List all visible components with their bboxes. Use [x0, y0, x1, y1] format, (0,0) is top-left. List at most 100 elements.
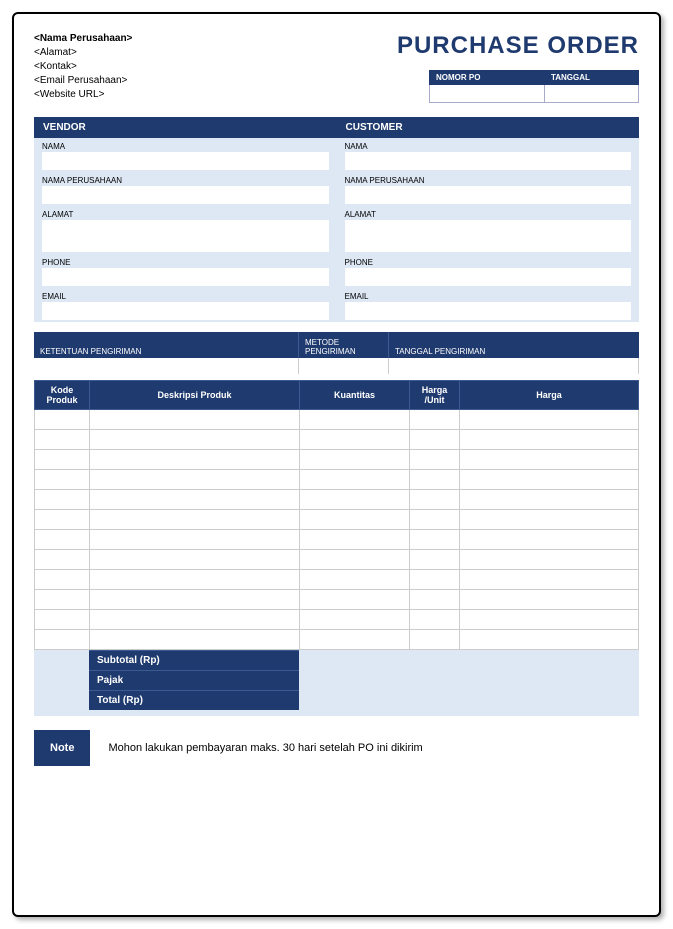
table-cell[interactable] [460, 550, 639, 570]
po-meta-table: NOMOR PO TANGGAL [429, 70, 639, 103]
table-cell[interactable] [300, 570, 410, 590]
vendor-company-input[interactable] [42, 186, 329, 204]
table-cell[interactable] [90, 450, 300, 470]
table-cell[interactable] [410, 590, 460, 610]
table-cell[interactable] [300, 470, 410, 490]
customer-phone-input[interactable] [345, 268, 632, 286]
table-cell[interactable] [460, 570, 639, 590]
shipping-method-input[interactable] [299, 358, 389, 374]
table-cell[interactable] [35, 410, 90, 430]
vendor-phone-input[interactable] [42, 268, 329, 286]
table-cell[interactable] [300, 610, 410, 630]
table-cell[interactable] [300, 410, 410, 430]
table-cell[interactable] [35, 630, 90, 650]
vendor-company-label: NAMA PERUSAHAAN [42, 174, 329, 186]
table-cell[interactable] [35, 570, 90, 590]
customer-company-input[interactable] [345, 186, 632, 204]
table-cell[interactable] [35, 610, 90, 630]
table-row [35, 430, 639, 450]
table-cell[interactable] [410, 450, 460, 470]
vendor-email-label: EMAIL [42, 290, 329, 302]
table-cell[interactable] [460, 450, 639, 470]
table-cell[interactable] [90, 610, 300, 630]
shipping-date-input[interactable] [389, 358, 639, 374]
table-cell[interactable] [300, 550, 410, 570]
table-cell[interactable] [410, 490, 460, 510]
table-cell[interactable] [90, 630, 300, 650]
shipping-terms-input[interactable] [34, 358, 299, 374]
customer-address-label: ALAMAT [345, 208, 632, 220]
vendor-name-input[interactable] [42, 152, 329, 170]
table-cell[interactable] [35, 490, 90, 510]
table-cell[interactable] [410, 530, 460, 550]
table-cell[interactable] [35, 510, 90, 530]
table-cell[interactable] [410, 570, 460, 590]
vendor-address-input[interactable] [42, 220, 329, 252]
table-cell[interactable] [90, 470, 300, 490]
table-row [35, 590, 639, 610]
note-text: Mohon lakukan pembayaran maks. 30 hari s… [90, 742, 422, 754]
table-cell[interactable] [300, 430, 410, 450]
table-cell[interactable] [35, 550, 90, 570]
table-cell[interactable] [410, 630, 460, 650]
customer-address-input[interactable] [345, 220, 632, 252]
table-cell[interactable] [410, 550, 460, 570]
items-col-qty: Kuantitas [300, 381, 410, 410]
vendor-email-input[interactable] [42, 302, 329, 320]
items-table: Kode Produk Deskripsi Produk Kuantitas H… [34, 380, 639, 650]
table-row [35, 410, 639, 430]
table-cell[interactable] [35, 530, 90, 550]
customer-name-input[interactable] [345, 152, 632, 170]
vendor-phone-label: PHONE [42, 256, 329, 268]
table-row [35, 530, 639, 550]
table-cell[interactable] [90, 590, 300, 610]
items-col-desc: Deskripsi Produk [90, 381, 300, 410]
table-cell[interactable] [300, 490, 410, 510]
customer-email-input[interactable] [345, 302, 632, 320]
po-number-input[interactable] [430, 85, 545, 103]
table-cell[interactable] [300, 630, 410, 650]
table-cell[interactable] [90, 410, 300, 430]
table-cell[interactable] [410, 610, 460, 630]
po-date-input[interactable] [544, 85, 638, 103]
table-cell[interactable] [410, 510, 460, 530]
table-cell[interactable] [35, 450, 90, 470]
table-cell[interactable] [90, 570, 300, 590]
table-cell[interactable] [410, 470, 460, 490]
table-cell[interactable] [35, 470, 90, 490]
table-cell[interactable] [460, 530, 639, 550]
table-row [35, 550, 639, 570]
table-cell[interactable] [300, 450, 410, 470]
table-cell[interactable] [300, 530, 410, 550]
items-col-price: Harga [460, 381, 639, 410]
table-cell[interactable] [460, 610, 639, 630]
table-cell[interactable] [90, 490, 300, 510]
table-cell[interactable] [410, 430, 460, 450]
table-cell[interactable] [460, 510, 639, 530]
customer-email-label: EMAIL [345, 290, 632, 302]
shipping-input-row [34, 358, 639, 374]
po-number-header: NOMOR PO [430, 71, 545, 85]
customer-column: CUSTOMER NAMA NAMA PERUSAHAAN ALAMAT PHO… [337, 117, 640, 322]
purchase-order-page: <Nama Perusahaan> <Alamat> <Kontak> <Ema… [12, 12, 661, 917]
table-cell[interactable] [460, 630, 639, 650]
table-cell[interactable] [35, 430, 90, 450]
table-cell[interactable] [460, 430, 639, 450]
table-cell[interactable] [90, 430, 300, 450]
customer-phone-label: PHONE [345, 256, 632, 268]
table-cell[interactable] [35, 590, 90, 610]
table-cell[interactable] [90, 530, 300, 550]
table-cell[interactable] [410, 410, 460, 430]
table-cell[interactable] [460, 490, 639, 510]
table-cell[interactable] [90, 550, 300, 570]
table-cell[interactable] [90, 510, 300, 530]
table-cell[interactable] [460, 470, 639, 490]
table-cell[interactable] [460, 590, 639, 610]
table-cell[interactable] [300, 510, 410, 530]
table-cell[interactable] [300, 590, 410, 610]
company-website: <Website URL> [34, 88, 132, 102]
note-label: Note [34, 730, 90, 766]
company-email: <Email Perusahaan> [34, 74, 132, 88]
table-row [35, 570, 639, 590]
table-cell[interactable] [460, 410, 639, 430]
